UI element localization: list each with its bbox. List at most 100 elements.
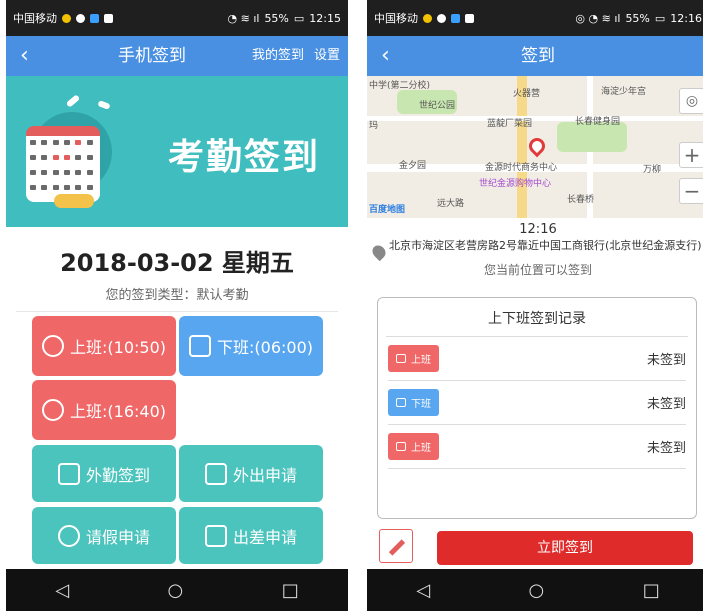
signin-now-button[interactable]: 立即签到 (437, 531, 693, 565)
field-signin-label: 外勤签到 (85, 465, 150, 485)
system-nav-bar: ◁ ○ □ (6, 569, 348, 611)
map-view[interactable]: 中学(第二分校) 火器营 海淀少年宫 世纪公园 蓝靛厂菜园 长春健身园 金夕园 … (367, 76, 703, 218)
edit-button[interactable] (379, 529, 413, 563)
wifi-signal-icon: ◔ ≋ ıl (227, 11, 260, 25)
monitor-icon (396, 354, 406, 363)
battery-level: 55% (264, 11, 289, 25)
map-label: 海淀少年宫 (601, 87, 647, 97)
record-status: 未签到 (646, 353, 686, 368)
tag-label: 上班 (411, 443, 431, 454)
pencil-icon (388, 539, 406, 556)
address-text: 北京市海淀区老营房路2号靠近中国工商银行(北京世纪金源支行) (389, 239, 702, 252)
zoom-in-icon[interactable]: + (679, 142, 703, 168)
back-arrow-icon[interactable]: ‹ (20, 42, 29, 70)
battery-level: 55% (625, 11, 650, 25)
map-label: 世纪金源购物中心 (479, 179, 552, 189)
on-duty-tag: 上班 (388, 433, 439, 460)
map-label: 万柳 (643, 165, 662, 175)
trip-apply-button[interactable]: 出差申请 (179, 507, 323, 564)
action-grid: 上班:(10:50) 下班:(06:00) 上班:(16:40) 外勤签到 外出… (6, 312, 348, 611)
notification-icon (437, 13, 446, 23)
leave-apply-label: 请假申请 (85, 527, 150, 547)
map-label: 世纪公园 (419, 101, 456, 111)
field-signin-button[interactable]: 外勤签到 (32, 445, 176, 502)
date-weekday: 2018-03-02 星期五 (60, 249, 294, 277)
recent-apps-icon[interactable]: □ (282, 580, 299, 601)
current-time: 12:16 (519, 222, 557, 237)
recent-apps-icon[interactable]: □ (643, 580, 660, 601)
alarm-clock-icon (42, 399, 64, 421)
map-label: 中学(第二分校) (369, 81, 431, 91)
status-bar: 中国移动 ◎ ◔ ≋ ıl 55% ▭ 12:16 (367, 0, 703, 36)
clock: 12:15 (309, 11, 341, 25)
right-phone-screen: 中国移动 ◎ ◔ ≋ ıl 55% ▭ 12:16 ‹ 签到 中学(第二分校) … (367, 0, 703, 611)
off-duty-button[interactable]: 下班:(06:00) (179, 316, 323, 376)
attendance-banner: 考勤签到 (6, 76, 348, 227)
map-label: 金源时代商务中心 (485, 163, 558, 173)
coins-icon (54, 194, 94, 208)
coffee-cup-icon (189, 335, 211, 357)
locate-icon[interactable]: ◎ (679, 88, 703, 114)
clock: 12:16 (670, 11, 702, 25)
airplane-icon (204, 524, 227, 547)
door-exit-icon (204, 462, 227, 485)
system-nav-bar: ◁ ○ □ (367, 569, 703, 611)
map-label: 金夕园 (399, 161, 427, 171)
record-status: 未签到 (646, 397, 686, 412)
on-duty-button-2[interactable]: 上班:(16:40) (32, 380, 176, 440)
left-phone-screen: 中国移动 ◔ ≋ ıl 55% ▭ 12:15 ‹ 手机签到 我的签到 设置 考… (6, 0, 348, 611)
trip-apply-label: 出差申请 (232, 527, 297, 547)
address-row: 北京市海淀区老营房路2号靠近中国工商银行(北京世纪金源支行) (367, 239, 703, 262)
battery-icon: ▭ (654, 11, 666, 25)
notification-icon (76, 13, 85, 23)
search-icon (104, 13, 113, 23)
sparkle-icon (65, 94, 81, 108)
map-label: 长春桥 (567, 195, 595, 205)
briefcase-icon (57, 462, 80, 485)
on-duty-label-1: 上班:(10:50) (70, 338, 166, 357)
app-icon (90, 13, 99, 23)
alarm-clock-icon (42, 335, 64, 357)
record-title: 上下班签到记录 (386, 298, 688, 337)
app-icon (451, 13, 460, 23)
coffee-cup-icon (396, 398, 406, 407)
record-row: 上班 未签到 (388, 425, 686, 469)
leave-apply-button[interactable]: 请假申请 (32, 507, 176, 564)
battery-icon: ▭ (293, 11, 305, 25)
record-row: 上班 未签到 (388, 337, 686, 381)
map-label: 火器营 (513, 89, 541, 99)
back-nav-icon[interactable]: ◁ (55, 580, 69, 601)
home-nav-icon[interactable]: ○ (168, 580, 184, 601)
signin-type: 您的签到类型：默认考勤 (105, 288, 249, 303)
monitor-icon (396, 442, 406, 451)
off-duty-label: 下班:(06:00) (217, 338, 313, 357)
page-title: 手机签到 (118, 46, 186, 66)
record-row: 下班 未签到 (388, 381, 686, 425)
map-label: 远大路 (437, 199, 465, 209)
map-label: 蓝靛厂菜园 (487, 119, 533, 129)
top-nav-bar: ‹ 手机签到 我的签到 设置 (6, 36, 348, 76)
location-status: 您当前位置可以签到 (483, 263, 592, 277)
settings-link[interactable]: 设置 (314, 36, 340, 76)
outing-apply-button[interactable]: 外出申请 (179, 445, 323, 502)
back-nav-icon[interactable]: ◁ (416, 580, 430, 601)
carrier-label: 中国移动 (13, 12, 57, 25)
search-icon (465, 13, 474, 23)
map-road (367, 116, 703, 121)
sparkle-icon (97, 100, 111, 110)
top-nav-bar: ‹ 签到 (367, 36, 703, 76)
banner-title: 考勤签到 (168, 137, 321, 178)
clock-person-icon (57, 524, 80, 547)
carrier-label: 中国移动 (374, 12, 418, 25)
home-nav-icon[interactable]: ○ (529, 580, 545, 601)
record-status: 未签到 (646, 441, 686, 456)
location-wifi-icon: ◎ ◔ ≋ ıl (575, 11, 621, 25)
my-signin-link[interactable]: 我的签到 (252, 36, 304, 76)
off-duty-tag: 下班 (388, 389, 439, 416)
zoom-out-icon[interactable]: − (679, 178, 703, 204)
tag-label: 下班 (411, 399, 431, 410)
on-duty-button-1[interactable]: 上班:(10:50) (32, 316, 176, 376)
on-duty-label-2: 上班:(16:40) (70, 402, 166, 421)
page-title: 签到 (521, 46, 555, 66)
map-label: 长春健身园 (575, 117, 621, 127)
